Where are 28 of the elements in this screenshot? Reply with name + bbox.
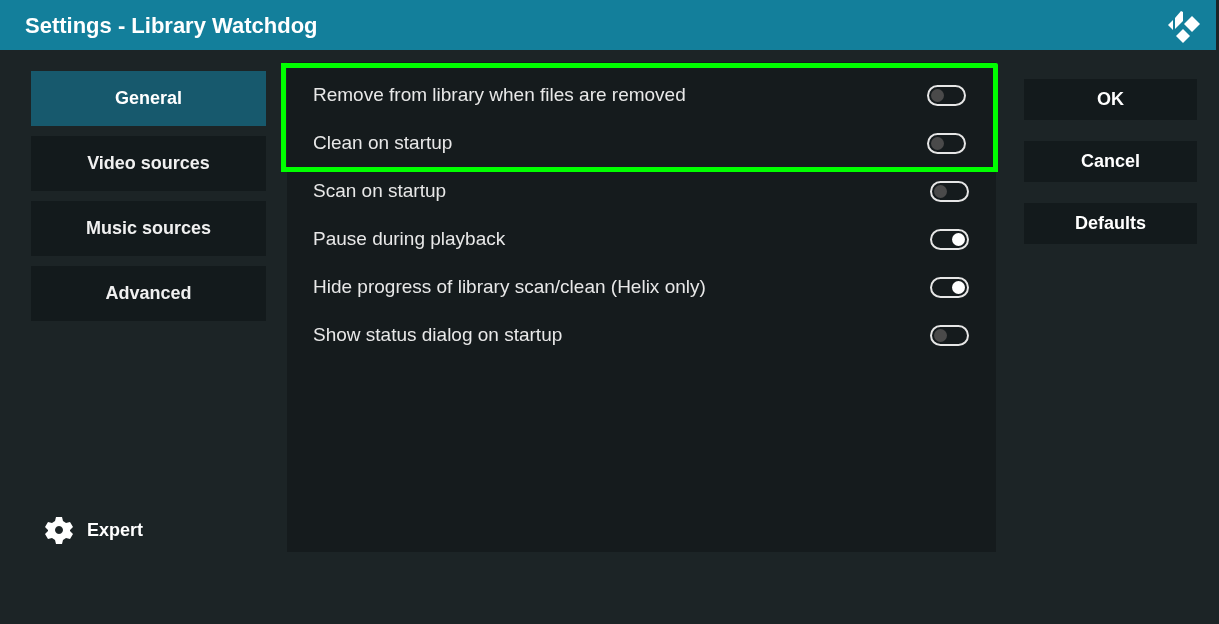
setting-label: Clean on startup <box>313 130 453 155</box>
dialog-button[interactable]: Defaults <box>1024 203 1197 244</box>
window-title: Settings - Library Watchdog <box>25 11 318 40</box>
dialog-button[interactable]: Cancel <box>1024 141 1197 182</box>
settings-icon <box>45 516 73 544</box>
setting-row[interactable]: Pause during playback <box>287 215 996 263</box>
setting-label: Hide progress of library scan/clean (Helix only) <box>313 274 706 299</box>
toggle-switch[interactable] <box>927 84 966 106</box>
toggle-switch[interactable] <box>927 132 966 154</box>
category-tab[interactable]: Music sources <box>31 201 266 256</box>
category-tab[interactable]: General <box>31 71 266 126</box>
category-tab[interactable]: Video sources <box>31 136 266 191</box>
setting-label: Show status dialog on startup <box>313 322 563 347</box>
dialog-button[interactable]: OK <box>1024 79 1197 120</box>
settings-level-button[interactable]: Expert <box>45 516 266 544</box>
toggle-switch[interactable] <box>930 180 969 202</box>
setting-label: Remove from library when files are removed <box>313 82 686 107</box>
setting-label: Scan on startup <box>313 178 447 203</box>
setting-row[interactable]: Scan on startup <box>287 167 996 215</box>
toggle-switch[interactable] <box>930 276 969 298</box>
setting-row[interactable]: Hide progress of library scan/clean (Helix only) <box>287 263 996 311</box>
toggle-switch[interactable] <box>930 324 969 346</box>
setting-row[interactable]: Clean on startup <box>287 119 993 167</box>
category-tab[interactable]: Advanced <box>31 266 266 321</box>
setting-row[interactable]: Remove from library when files are removed <box>287 71 993 119</box>
setting-row[interactable]: Show status dialog on startup <box>287 311 996 359</box>
toggle-switch[interactable] <box>930 228 969 250</box>
setting-label: Pause during playback <box>313 226 506 251</box>
